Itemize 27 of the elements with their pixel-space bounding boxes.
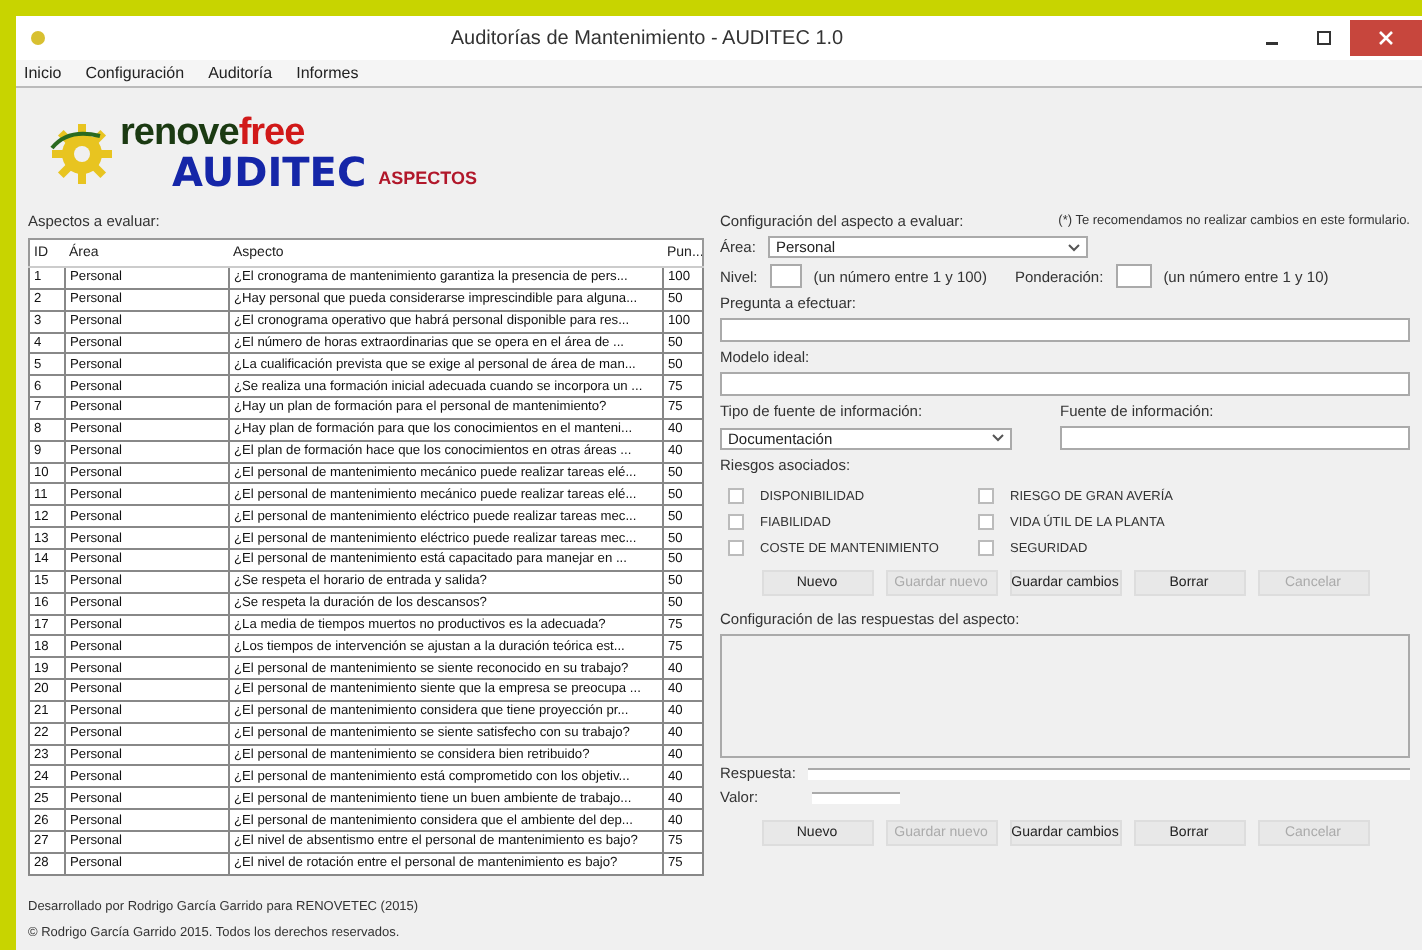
company-logo: renovefree AUDITEC xyxy=(48,114,367,192)
checkbox[interactable] xyxy=(978,540,994,556)
nivel-field[interactable] xyxy=(769,264,802,288)
maximize-icon xyxy=(1316,30,1332,46)
menu-item[interactable]: Informes xyxy=(296,64,359,82)
chevron-icon xyxy=(992,434,1004,442)
app-icon xyxy=(28,28,48,48)
section-title: ASPECTOS xyxy=(378,168,477,192)
window-title: Auditorías de Mantenimiento - AUDITEC 1.0 xyxy=(448,27,846,49)
responses-list[interactable] xyxy=(720,634,1410,758)
close-button[interactable] xyxy=(1350,20,1422,56)
checkbox[interactable] xyxy=(978,514,994,530)
checkbox[interactable] xyxy=(978,488,994,504)
valor-field[interactable] xyxy=(812,791,900,803)
ponderacion-field[interactable] xyxy=(1115,264,1152,288)
menu-item[interactable]: Configuración xyxy=(85,64,185,82)
chevron-icon xyxy=(1067,243,1080,251)
menu-item[interactable]: Inicio xyxy=(24,64,62,82)
modelo-field[interactable] xyxy=(720,372,1410,396)
checkbox[interactable] xyxy=(728,540,744,556)
checkbox[interactable] xyxy=(728,514,744,530)
checkbox[interactable] xyxy=(728,488,744,504)
fuente-field[interactable] xyxy=(1060,426,1410,450)
close-icon xyxy=(1378,30,1394,46)
pregunta-field[interactable] xyxy=(720,318,1410,342)
respuesta-field[interactable] xyxy=(807,767,1410,779)
menu-item[interactable]: Auditoría xyxy=(208,64,273,82)
